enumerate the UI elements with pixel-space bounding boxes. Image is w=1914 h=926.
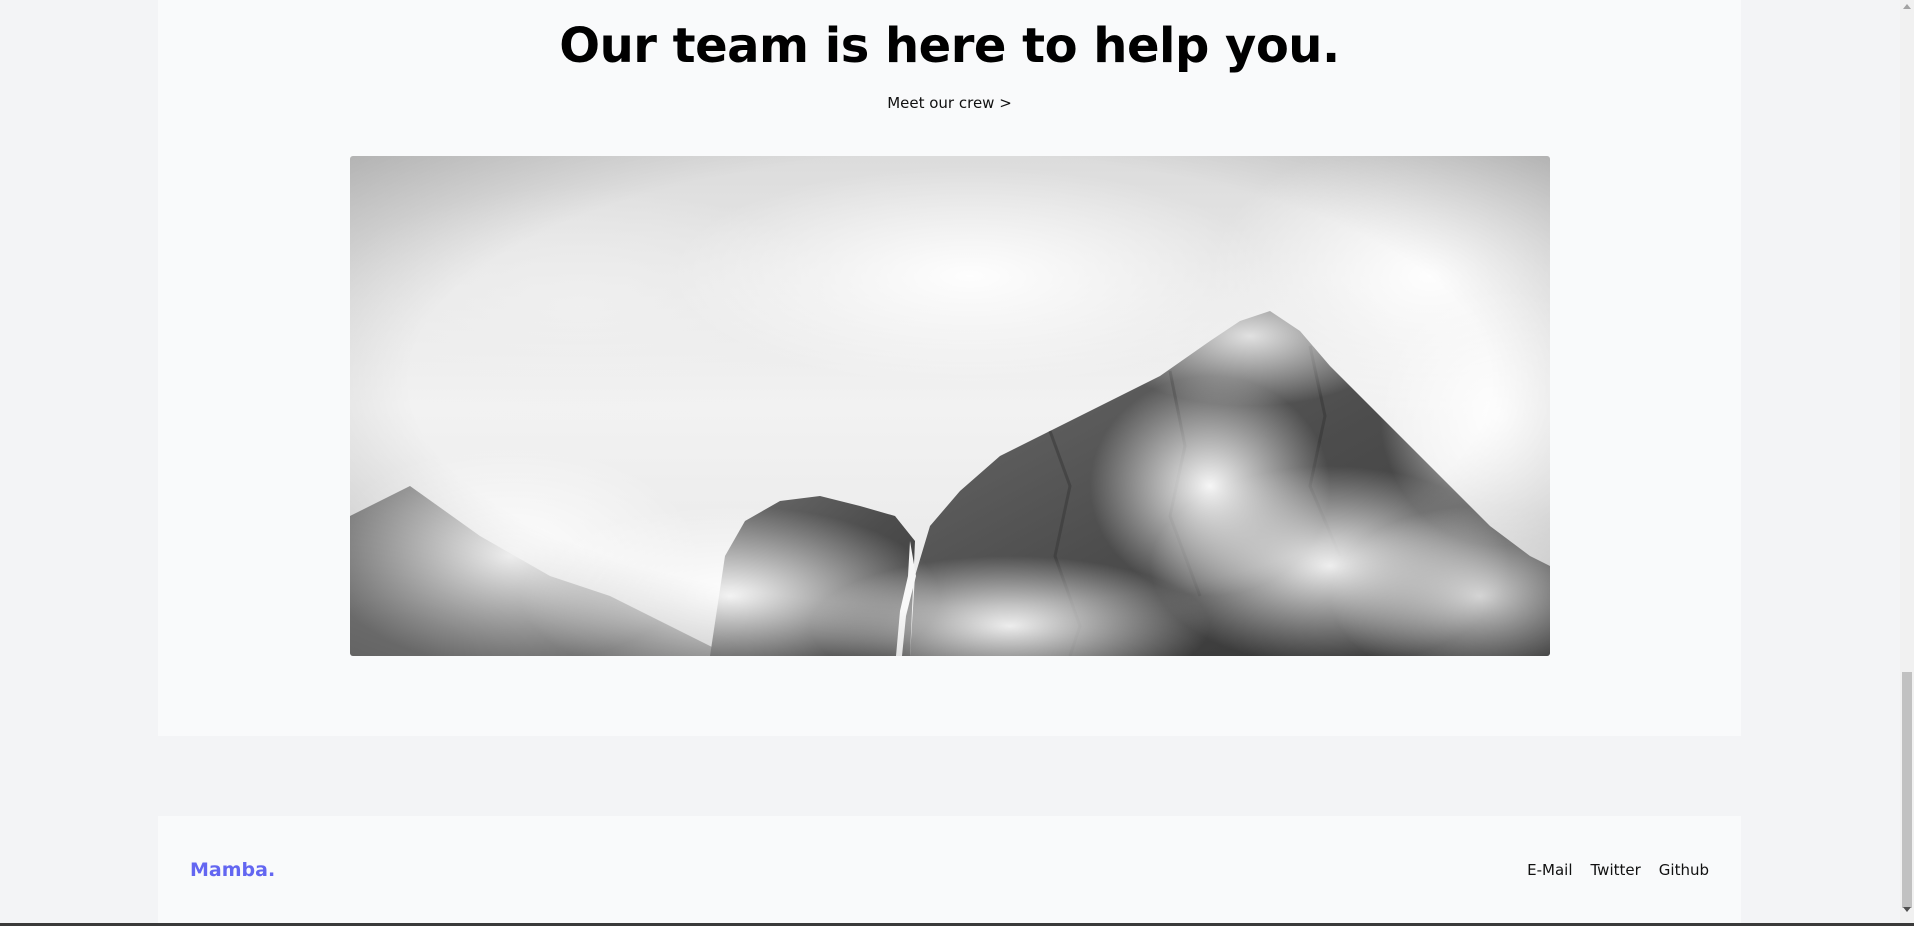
vertical-scrollbar[interactable] [1900, 0, 1914, 926]
section-title: Our team is here to help you. [559, 18, 1340, 74]
footer-link-email[interactable]: E-Mail [1527, 861, 1572, 879]
site-footer: Mamba. E-Mail Twitter Github [158, 816, 1741, 926]
footer-nav: E-Mail Twitter Github [1527, 861, 1709, 879]
scroll-down-arrow-icon[interactable] [1903, 907, 1911, 912]
scroll-up-arrow-icon[interactable] [1903, 4, 1911, 9]
footer-link-twitter[interactable]: Twitter [1591, 861, 1641, 879]
meet-crew-link-label: Meet our crew > [887, 94, 1012, 112]
footer-link-github[interactable]: Github [1659, 861, 1709, 879]
brand-logo[interactable]: Mamba. [190, 859, 275, 881]
mountain-image [350, 156, 1550, 656]
scrollbar-thumb[interactable] [1902, 672, 1912, 908]
page: Our team is here to help you. Meet our c… [0, 0, 1914, 926]
team-section: Our team is here to help you. Meet our c… [158, 0, 1741, 736]
meet-crew-link[interactable]: Meet our crew > [158, 94, 1741, 112]
